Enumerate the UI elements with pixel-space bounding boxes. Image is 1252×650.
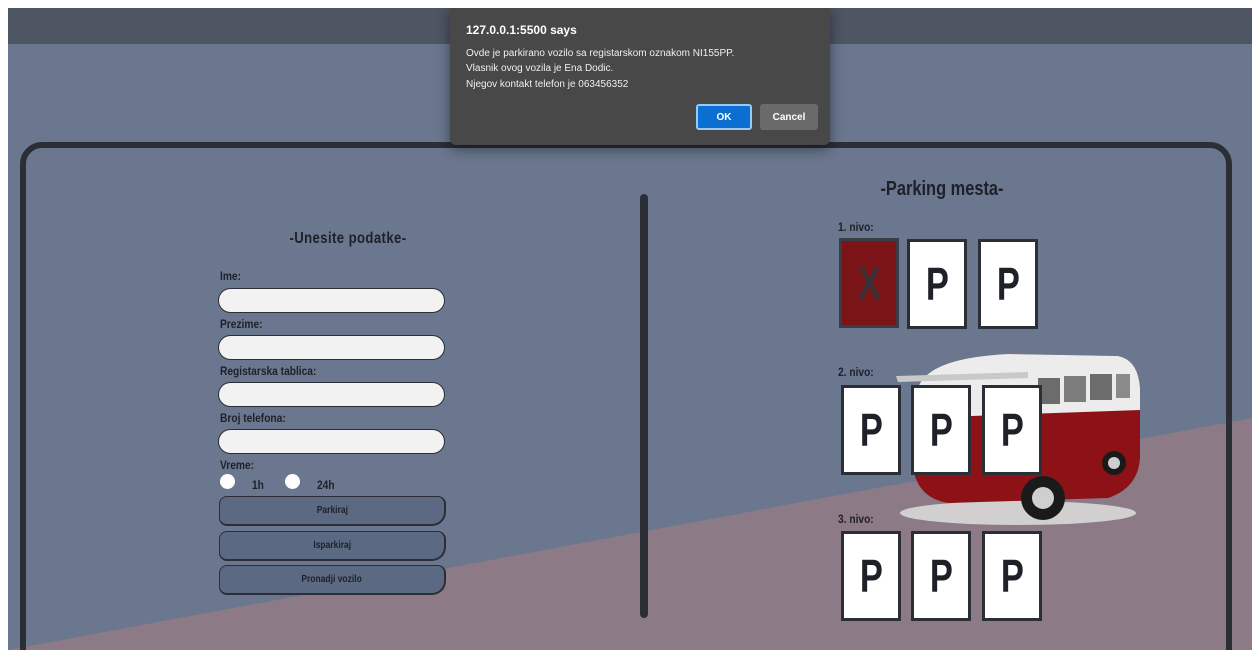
spot-1-2-label: P (925, 258, 949, 310)
time-24h-label: 24h (317, 478, 335, 492)
time-1h-radio[interactable] (220, 474, 235, 489)
spot-3-2-label: P (929, 550, 953, 602)
first-name-label: Ime: (220, 269, 241, 283)
spot-1-3[interactable]: P (978, 239, 1038, 329)
dialog-message-line: Ovde je parkirano vozilo sa registarskom… (466, 48, 735, 59)
spot-2-2[interactable]: P (911, 385, 971, 475)
spot-2-1[interactable]: P (841, 385, 901, 475)
spot-2-3[interactable]: P (982, 385, 1042, 475)
spot-3-1-label: P (859, 550, 883, 602)
level-3-label: 3. nivo: (838, 512, 874, 526)
section-divider (640, 194, 648, 618)
page-viewport: -Unesite podatke- Ime: Prezime: Registar… (8, 8, 1252, 650)
find-vehicle-button[interactable]: Pronadji vozilo (219, 565, 446, 595)
cancel-button[interactable]: Cancel (760, 104, 818, 130)
spot-3-2[interactable]: P (911, 531, 971, 621)
ok-button[interactable]: OK (696, 104, 752, 130)
parking-heading: -Parking mesta- (880, 178, 1004, 200)
time-1h-label: 1h (252, 478, 264, 492)
last-name-input[interactable] (218, 335, 445, 360)
spot-2-2-label: P (929, 404, 953, 456)
form-heading: -Unesite podatke- (289, 230, 407, 247)
license-plate-input[interactable] (218, 382, 445, 407)
park-button[interactable]: Parkiraj (219, 496, 446, 526)
unpark-button-label: Isparkiraj (313, 540, 351, 551)
dialog-message-line: Vlasnik ovog vozila je Ena Dodic. (466, 63, 614, 74)
find-vehicle-button-label: Pronadji vozilo (301, 574, 363, 585)
spot-2-3-label: P (1000, 404, 1024, 456)
park-button-label: Parkiraj (316, 505, 348, 516)
level-2-label: 2. nivo: (838, 365, 874, 379)
alert-dialog: 127.0.0.1:5500 says Ovde je parkirano vo… (450, 8, 830, 145)
spot-1-1[interactable]: X (839, 238, 899, 328)
license-plate-label: Registarska tablica: (220, 364, 317, 378)
spot-3-3[interactable]: P (982, 531, 1042, 621)
spot-2-1-label: P (859, 404, 883, 456)
phone-input[interactable] (218, 429, 445, 454)
unpark-button[interactable]: Isparkiraj (219, 531, 446, 561)
time-24h-radio[interactable] (285, 474, 300, 489)
dialog-title: 127.0.0.1:5500 says (466, 23, 577, 37)
dialog-message-line: Njegov kontakt telefon je 063456352 (466, 79, 629, 90)
spot-1-1-label: X (857, 257, 881, 309)
phone-label: Broj telefona: (220, 411, 286, 425)
spot-1-2[interactable]: P (907, 239, 967, 329)
spot-3-3-label: P (1000, 550, 1024, 602)
last-name-label: Prezime: (220, 317, 263, 331)
spot-3-1[interactable]: P (841, 531, 901, 621)
time-label: Vreme: (220, 458, 255, 472)
spot-1-3-label: P (996, 258, 1020, 310)
first-name-input[interactable] (218, 288, 445, 313)
level-1-label: 1. nivo: (838, 220, 874, 234)
